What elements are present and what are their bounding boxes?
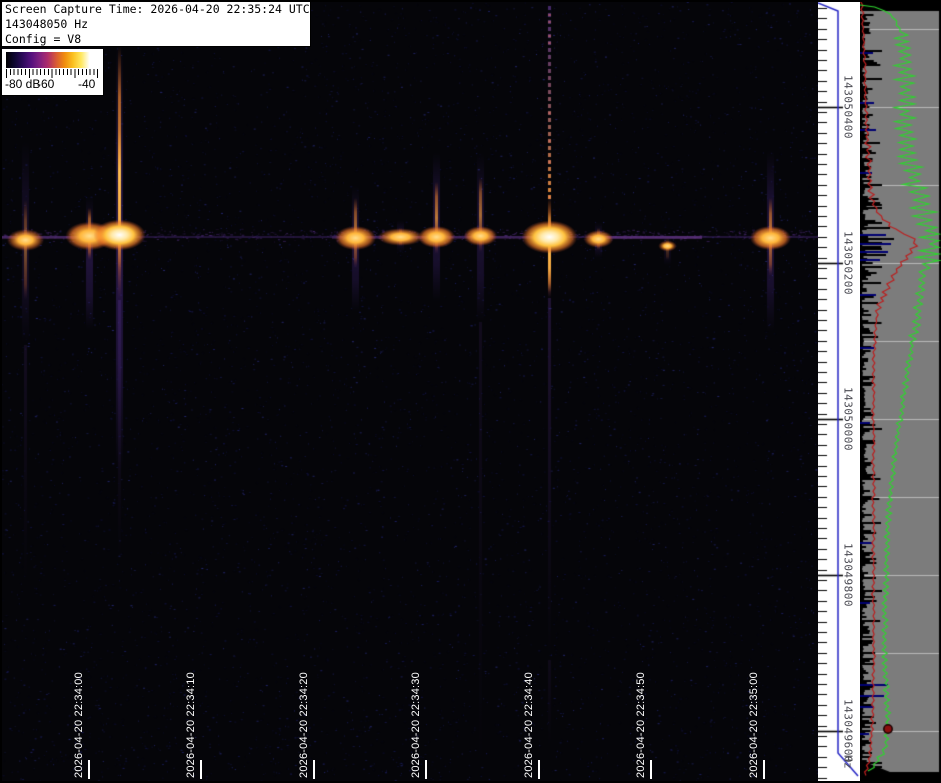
screen-capture-root: Screen Capture Time: 2026-04-20 22:35:24… <box>0 0 941 783</box>
db-label-40: -40 <box>78 77 95 91</box>
spectrogram-waterfall <box>2 2 818 781</box>
db-label-60: -60 <box>37 77 54 91</box>
spectrum-panel <box>860 2 941 781</box>
frequency-line: 143048050 Hz <box>5 17 310 32</box>
color-scale-gradient <box>6 52 98 68</box>
color-scale-legend: -80 dB -60 -40 <box>2 49 104 96</box>
color-scale-labels: -80 dB -60 -40 <box>2 76 104 94</box>
capture-info-box: Screen Capture Time: 2026-04-20 22:35:24… <box>2 2 311 47</box>
frequency-axis-scale <box>818 2 860 781</box>
config-line: Config = V8 <box>5 32 310 47</box>
db-label-80: -80 dB <box>5 77 40 91</box>
capture-time-line: Screen Capture Time: 2026-04-20 22:35:24… <box>5 2 310 17</box>
